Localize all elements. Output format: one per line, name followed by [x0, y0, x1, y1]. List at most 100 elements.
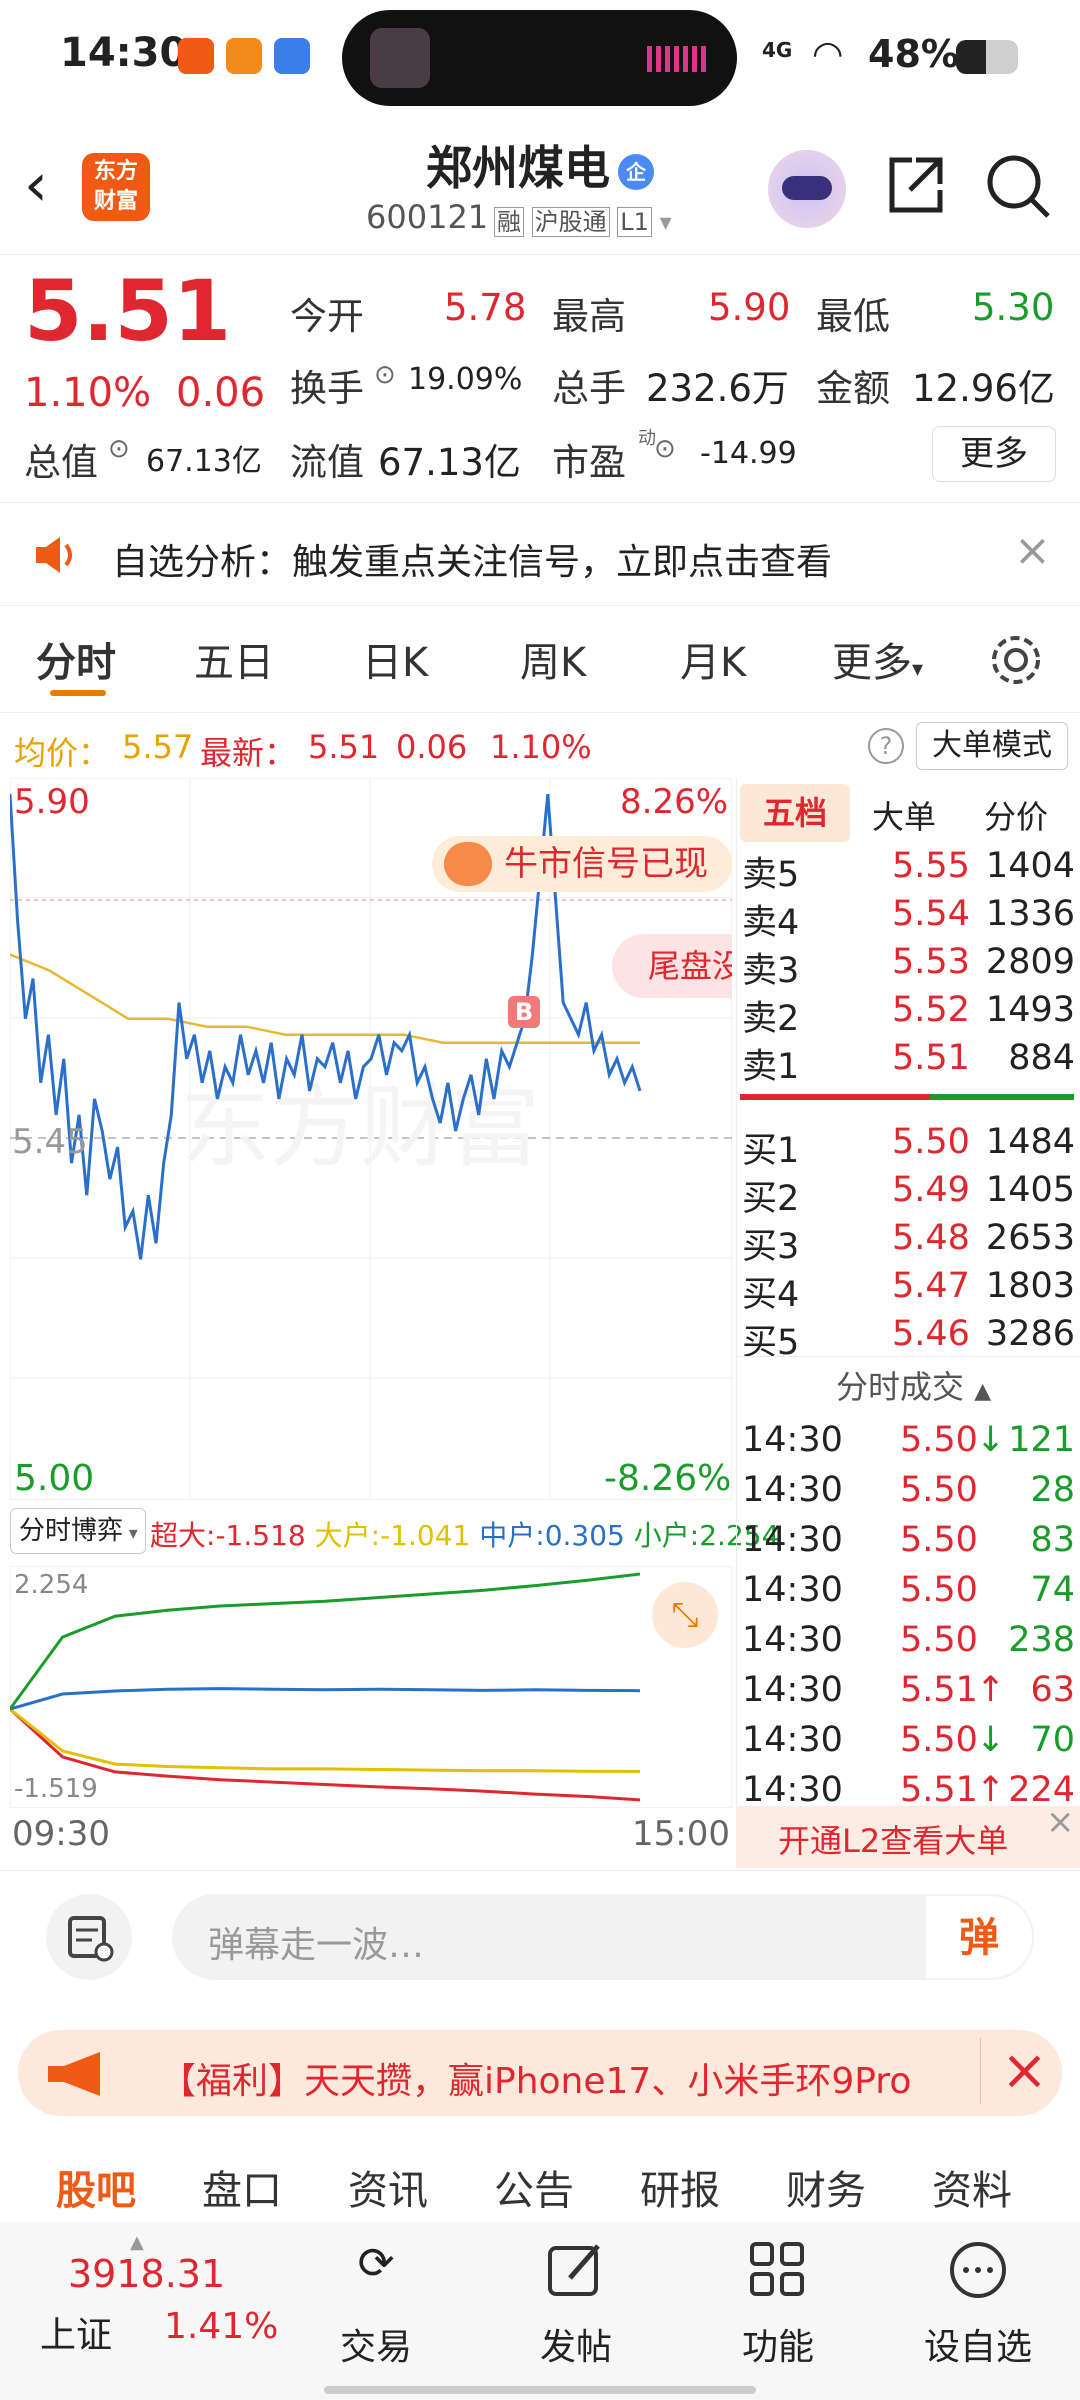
danmaku-send-button[interactable]: 弹 — [924, 1894, 1034, 1980]
subtab-3[interactable]: 公告 — [494, 2158, 574, 2216]
tick-direction: ↓ — [976, 1720, 1006, 1760]
field-label: 总手 — [552, 367, 626, 410]
nav-features[interactable]: 功能 — [742, 2318, 814, 2370]
tab-weekly-k[interactable]: 周K — [520, 630, 586, 688]
enterprise-badge: 企 — [618, 153, 654, 190]
tab-more[interactable]: 更多▾ — [832, 630, 923, 688]
subtab-0[interactable]: 股吧 — [56, 2158, 136, 2216]
subtab-4[interactable]: 研报 — [640, 2158, 720, 2216]
help-icon[interactable]: ? — [868, 728, 904, 764]
pe-value: -14.99 — [700, 436, 797, 471]
flow-line-超大 — [10, 1707, 641, 1802]
ask-row[interactable]: 卖5 5.55 1404 — [740, 846, 1075, 895]
field-label: 换手 — [290, 367, 364, 410]
promo-text: 【福利】天天攒，赢iPhone17、小米手环9Pro — [160, 2061, 912, 2102]
nav-add-watchlist[interactable]: 设自选 — [924, 2318, 1032, 2370]
flow-selector[interactable]: 分时博弈 ▾ — [10, 1508, 146, 1554]
subtab-2[interactable]: 资讯 — [348, 2158, 428, 2216]
tick-time: 14:30 — [742, 1620, 843, 1660]
notice-bar[interactable]: 自选分析：触发重点关注信号，立即点击查看 × — [0, 502, 1080, 606]
app-notif-icon — [274, 38, 310, 74]
level-label: 买1 — [742, 1131, 800, 1171]
nav-trade[interactable]: 交易 — [340, 2318, 412, 2370]
expand-icon[interactable]: ⤡ — [652, 1582, 718, 1648]
bid-row[interactable]: 买3 5.48 2653 — [740, 1218, 1075, 1267]
tick-time: 14:30 — [742, 1520, 843, 1560]
more-button[interactable]: 更多 — [932, 426, 1056, 482]
close-icon[interactable]: × — [1014, 525, 1051, 576]
flow-chart[interactable] — [10, 1566, 732, 1808]
level-volume: 1493 — [985, 990, 1075, 1030]
l2-banner[interactable]: 开通L2查看大单 × — [736, 1802, 1080, 1868]
tick-volume: 74 — [1030, 1570, 1075, 1610]
tab-intraday[interactable]: 分时 — [36, 630, 116, 688]
tick-volume: 28 — [1030, 1470, 1075, 1510]
buy-marker[interactable]: B — [508, 996, 540, 1028]
dynamic-island[interactable] — [342, 10, 737, 106]
avg-label: 均价： — [14, 734, 111, 772]
ask-row[interactable]: 卖1 5.51 884 — [740, 1038, 1075, 1087]
close-icon[interactable]: × — [980, 2038, 1048, 2104]
nav-post[interactable]: 发帖 — [540, 2318, 612, 2370]
ask-row[interactable]: 卖3 5.53 2809 — [740, 942, 1075, 991]
bid-row[interactable]: 买1 5.50 1484 — [740, 1122, 1075, 1171]
level-price: 5.49 — [892, 1170, 970, 1210]
info-icon[interactable]: ⊙ — [654, 434, 676, 464]
assistant-avatar[interactable] — [768, 150, 846, 228]
search-icon[interactable] — [984, 152, 1054, 222]
level-volume: 884 — [1008, 1038, 1075, 1078]
bid-row[interactable]: 买4 5.47 1803 — [740, 1266, 1075, 1315]
tab-big-orders[interactable]: 大单 — [872, 792, 936, 838]
tick-time: 14:30 — [742, 1470, 843, 1510]
bull-signal-tag[interactable]: 牛市信号已现 — [432, 836, 732, 892]
y-mid: 5.45 — [12, 1122, 88, 1162]
features-icon[interactable] — [748, 2240, 808, 2300]
level-price: 5.46 — [892, 1314, 970, 1354]
tick-price: 5.51 — [900, 1670, 978, 1710]
subtab-1[interactable]: 盘口 — [202, 2158, 282, 2216]
add-watchlist-icon[interactable] — [948, 2240, 1008, 2300]
close-icon[interactable]: × — [1046, 1802, 1075, 1842]
tab-price-dist[interactable]: 分价 — [984, 792, 1048, 838]
post-icon[interactable] — [546, 2240, 606, 2300]
index-value[interactable]: 3918.31 — [68, 2252, 225, 2296]
ticks-title[interactable]: 分时成交 ▲ — [836, 1362, 991, 1408]
info-icon[interactable]: ⊙ — [374, 360, 396, 390]
settings-icon[interactable] — [988, 632, 1044, 688]
trade-icon[interactable]: ⟳ — [336, 2238, 416, 2298]
stock-tags: 融 沪股通 L1 ▾ — [494, 202, 672, 237]
amount-value: 12.96亿 — [912, 367, 1055, 410]
ask-row[interactable]: 卖4 5.54 1336 — [740, 894, 1075, 943]
tick-volume: 121 — [1008, 1420, 1075, 1460]
tick-time: 14:30 — [742, 1420, 843, 1460]
tab-5day[interactable]: 五日 — [194, 630, 274, 688]
tick-time: 14:30 — [742, 1570, 843, 1610]
danmaku-input[interactable]: 弹幕走一波… 弹 — [172, 1894, 1034, 1980]
danmaku-settings-icon[interactable] — [46, 1894, 132, 1980]
high-value: 5.90 — [708, 286, 791, 329]
level-volume: 1803 — [985, 1266, 1075, 1306]
info-icon[interactable]: ⊙ — [108, 434, 130, 464]
big-order-mode-button[interactable]: 大单模式 — [916, 722, 1068, 770]
ratio-bar-ask — [740, 1094, 930, 1100]
subtab-6[interactable]: 资料 — [932, 2158, 1012, 2216]
tail-tag[interactable]: 尾盘没 — [612, 934, 732, 998]
bid-row[interactable]: 买2 5.49 1405 — [740, 1170, 1075, 1219]
tab-daily-k[interactable]: 日K — [362, 630, 428, 688]
tab-monthly-k[interactable]: 月K — [680, 630, 746, 688]
speaker-icon — [36, 537, 72, 573]
tick-price: 5.50 — [900, 1720, 978, 1760]
share-icon[interactable] — [882, 152, 948, 218]
level-label: 买4 — [742, 1275, 800, 1315]
tab-five-levels[interactable]: 五档 — [740, 784, 850, 842]
level-price: 5.48 — [892, 1218, 970, 1258]
level-volume: 1404 — [985, 846, 1075, 886]
subtab-5[interactable]: 财务 — [786, 2158, 866, 2216]
index-name[interactable]: 上证 — [40, 2306, 112, 2358]
ask-row[interactable]: 卖2 5.52 1493 — [740, 990, 1075, 1039]
dropdown-icon[interactable]: ▾ — [660, 208, 672, 236]
promo-banner[interactable]: 【福利】天天攒，赢iPhone17、小米手环9Pro × — [18, 2030, 1062, 2116]
media-thumbnail — [370, 28, 430, 88]
tick-row: 14:30 5.50 28 — [740, 1470, 1075, 1518]
bid-row[interactable]: 买5 5.46 3286 — [740, 1314, 1075, 1363]
